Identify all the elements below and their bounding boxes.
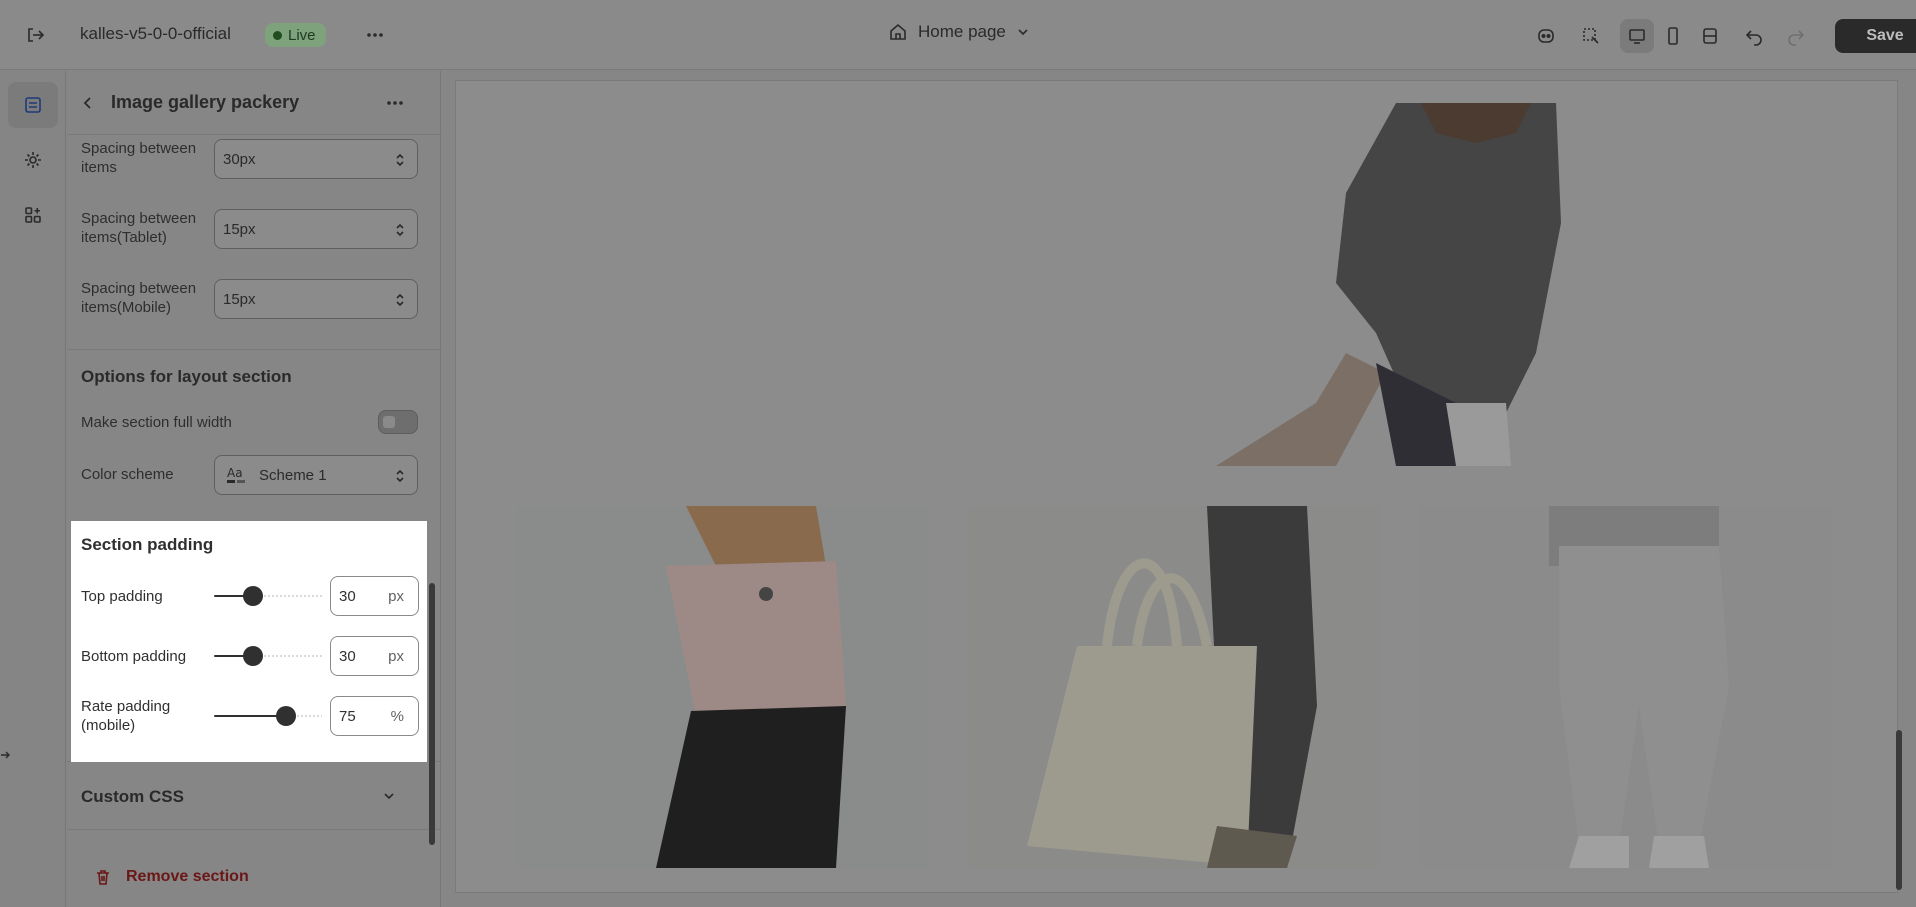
undo-icon[interactable] <box>1737 19 1771 53</box>
full-width-view-icon[interactable] <box>1693 19 1727 53</box>
chevron-down-icon <box>1018 29 1028 36</box>
top-padding-value: 30 <box>339 587 356 605</box>
section-more-icon[interactable] <box>378 86 412 120</box>
slider-thumb[interactable] <box>243 586 263 606</box>
spacing-items-select[interactable]: 30px <box>214 139 418 179</box>
slider-thumb[interactable] <box>243 646 263 666</box>
bottom-padding-slider[interactable] <box>214 646 322 666</box>
bottom-padding-value: 30 <box>339 647 356 665</box>
sidebar-rail <box>0 71 66 907</box>
editor-topbar: kalles-v5-0-0-official Live Home page Sa… <box>0 0 1916 70</box>
slider-thumb[interactable] <box>276 706 296 726</box>
select-arrows-icon <box>396 223 404 237</box>
joggers-model-image <box>1419 506 1833 868</box>
svg-text:Aa: Aa <box>227 466 243 480</box>
top-padding-slider[interactable] <box>214 586 322 606</box>
pink-blouse-model-image <box>516 506 929 868</box>
select-arrows-icon <box>396 293 404 307</box>
top-padding-input[interactable]: 30 px <box>330 576 419 616</box>
gallery-image-2[interactable] <box>967 506 1381 868</box>
gallery-image-3[interactable] <box>1419 506 1833 868</box>
color-scheme-icon: Aa <box>227 466 245 483</box>
layout-group-title: Options for layout section <box>81 367 292 386</box>
gallery-image-1[interactable] <box>516 506 929 868</box>
section-settings-panel: Image gallery packery Spacing between it… <box>67 71 441 907</box>
tote-bag-model-image <box>967 506 1381 868</box>
divider <box>67 829 441 830</box>
gallery-image-large[interactable] <box>516 103 1833 466</box>
mobile-view-icon[interactable] <box>1656 19 1690 53</box>
ai-icon[interactable] <box>1529 19 1563 53</box>
custom-css-chevron-icon[interactable] <box>372 779 406 813</box>
back-icon[interactable] <box>71 86 105 120</box>
rate-padding-value: 75 <box>339 707 356 725</box>
custom-css-label[interactable]: Custom CSS <box>81 787 184 807</box>
rate-padding-unit: % <box>390 708 404 725</box>
live-dot-icon <box>273 30 282 40</box>
home-icon <box>890 23 906 40</box>
live-label: Live <box>288 26 316 44</box>
sections-icon[interactable] <box>8 82 58 128</box>
spacing-tablet-select[interactable]: 15px <box>214 209 418 249</box>
exit-icon[interactable] <box>18 18 52 52</box>
spacing-items-label: Spacing between items <box>81 140 197 176</box>
apps-icon[interactable] <box>8 192 58 238</box>
bottom-padding-unit: px <box>388 648 404 665</box>
toggle-knob <box>383 416 395 428</box>
section-padding-title: Section padding <box>81 535 214 554</box>
storefront-preview[interactable] <box>455 80 1898 893</box>
color-scheme-label: Color scheme <box>81 466 174 483</box>
spacing-tablet-value: 15px <box>223 220 256 238</box>
spacing-mobile-label: Spacing between items(Mobile) <box>81 280 197 316</box>
spacing-tablet-label: Spacing between items(Tablet) <box>81 210 197 246</box>
panel-scrollbar[interactable] <box>429 583 435 845</box>
redo-icon[interactable] <box>1779 19 1813 53</box>
desktop-view-icon[interactable] <box>1620 19 1654 53</box>
panel-header: Image gallery packery <box>67 71 441 135</box>
select-arrows-icon <box>396 153 404 167</box>
spacing-mobile-select[interactable]: 15px <box>214 279 418 319</box>
select-arrows-icon <box>396 469 404 483</box>
inspector-icon[interactable] <box>1574 19 1608 53</box>
sweatshirt-model-image <box>516 103 1833 466</box>
preview-scrollbar[interactable] <box>1896 730 1902 890</box>
remove-section-button[interactable]: Remove section <box>94 868 249 886</box>
slider-rest <box>263 655 322 657</box>
section-padding-group: Section padding Top padding 30 px Bottom… <box>71 521 427 762</box>
spacing-items-value: 30px <box>223 150 256 168</box>
slider-rest <box>296 715 322 717</box>
rate-padding-slider[interactable] <box>214 706 322 726</box>
bottom-padding-label: Bottom padding <box>81 648 187 665</box>
save-button[interactable]: Save <box>1835 19 1916 53</box>
cursor-icon <box>1 751 10 759</box>
panel-title: Image gallery packery <box>111 92 300 112</box>
divider <box>67 349 441 350</box>
remove-section-label: Remove section <box>126 868 249 885</box>
settings-icon[interactable] <box>8 137 58 183</box>
full-width-label: Make section full width <box>81 414 232 431</box>
slider-rest <box>263 595 322 597</box>
rate-padding-input[interactable]: 75 % <box>330 696 419 736</box>
live-badge: Live <box>265 23 326 47</box>
rate-padding-label: Rate padding (mobile) <box>81 698 171 734</box>
page-selector[interactable]: Home page <box>888 22 1030 42</box>
trash-icon <box>97 870 109 885</box>
more-actions-icon[interactable] <box>358 18 392 52</box>
store-name: kalles-v5-0-0-official <box>80 24 231 43</box>
color-scheme-value: Scheme 1 <box>259 466 327 484</box>
page-name: Home page <box>918 22 1006 41</box>
top-padding-unit: px <box>388 588 404 605</box>
color-scheme-select[interactable]: Aa Scheme 1 <box>214 455 418 495</box>
full-width-toggle[interactable] <box>378 410 418 434</box>
preview-canvas <box>456 81 1897 892</box>
bottom-padding-input[interactable]: 30 px <box>330 636 419 676</box>
top-padding-label: Top padding <box>81 588 163 605</box>
spacing-mobile-value: 15px <box>223 290 256 308</box>
